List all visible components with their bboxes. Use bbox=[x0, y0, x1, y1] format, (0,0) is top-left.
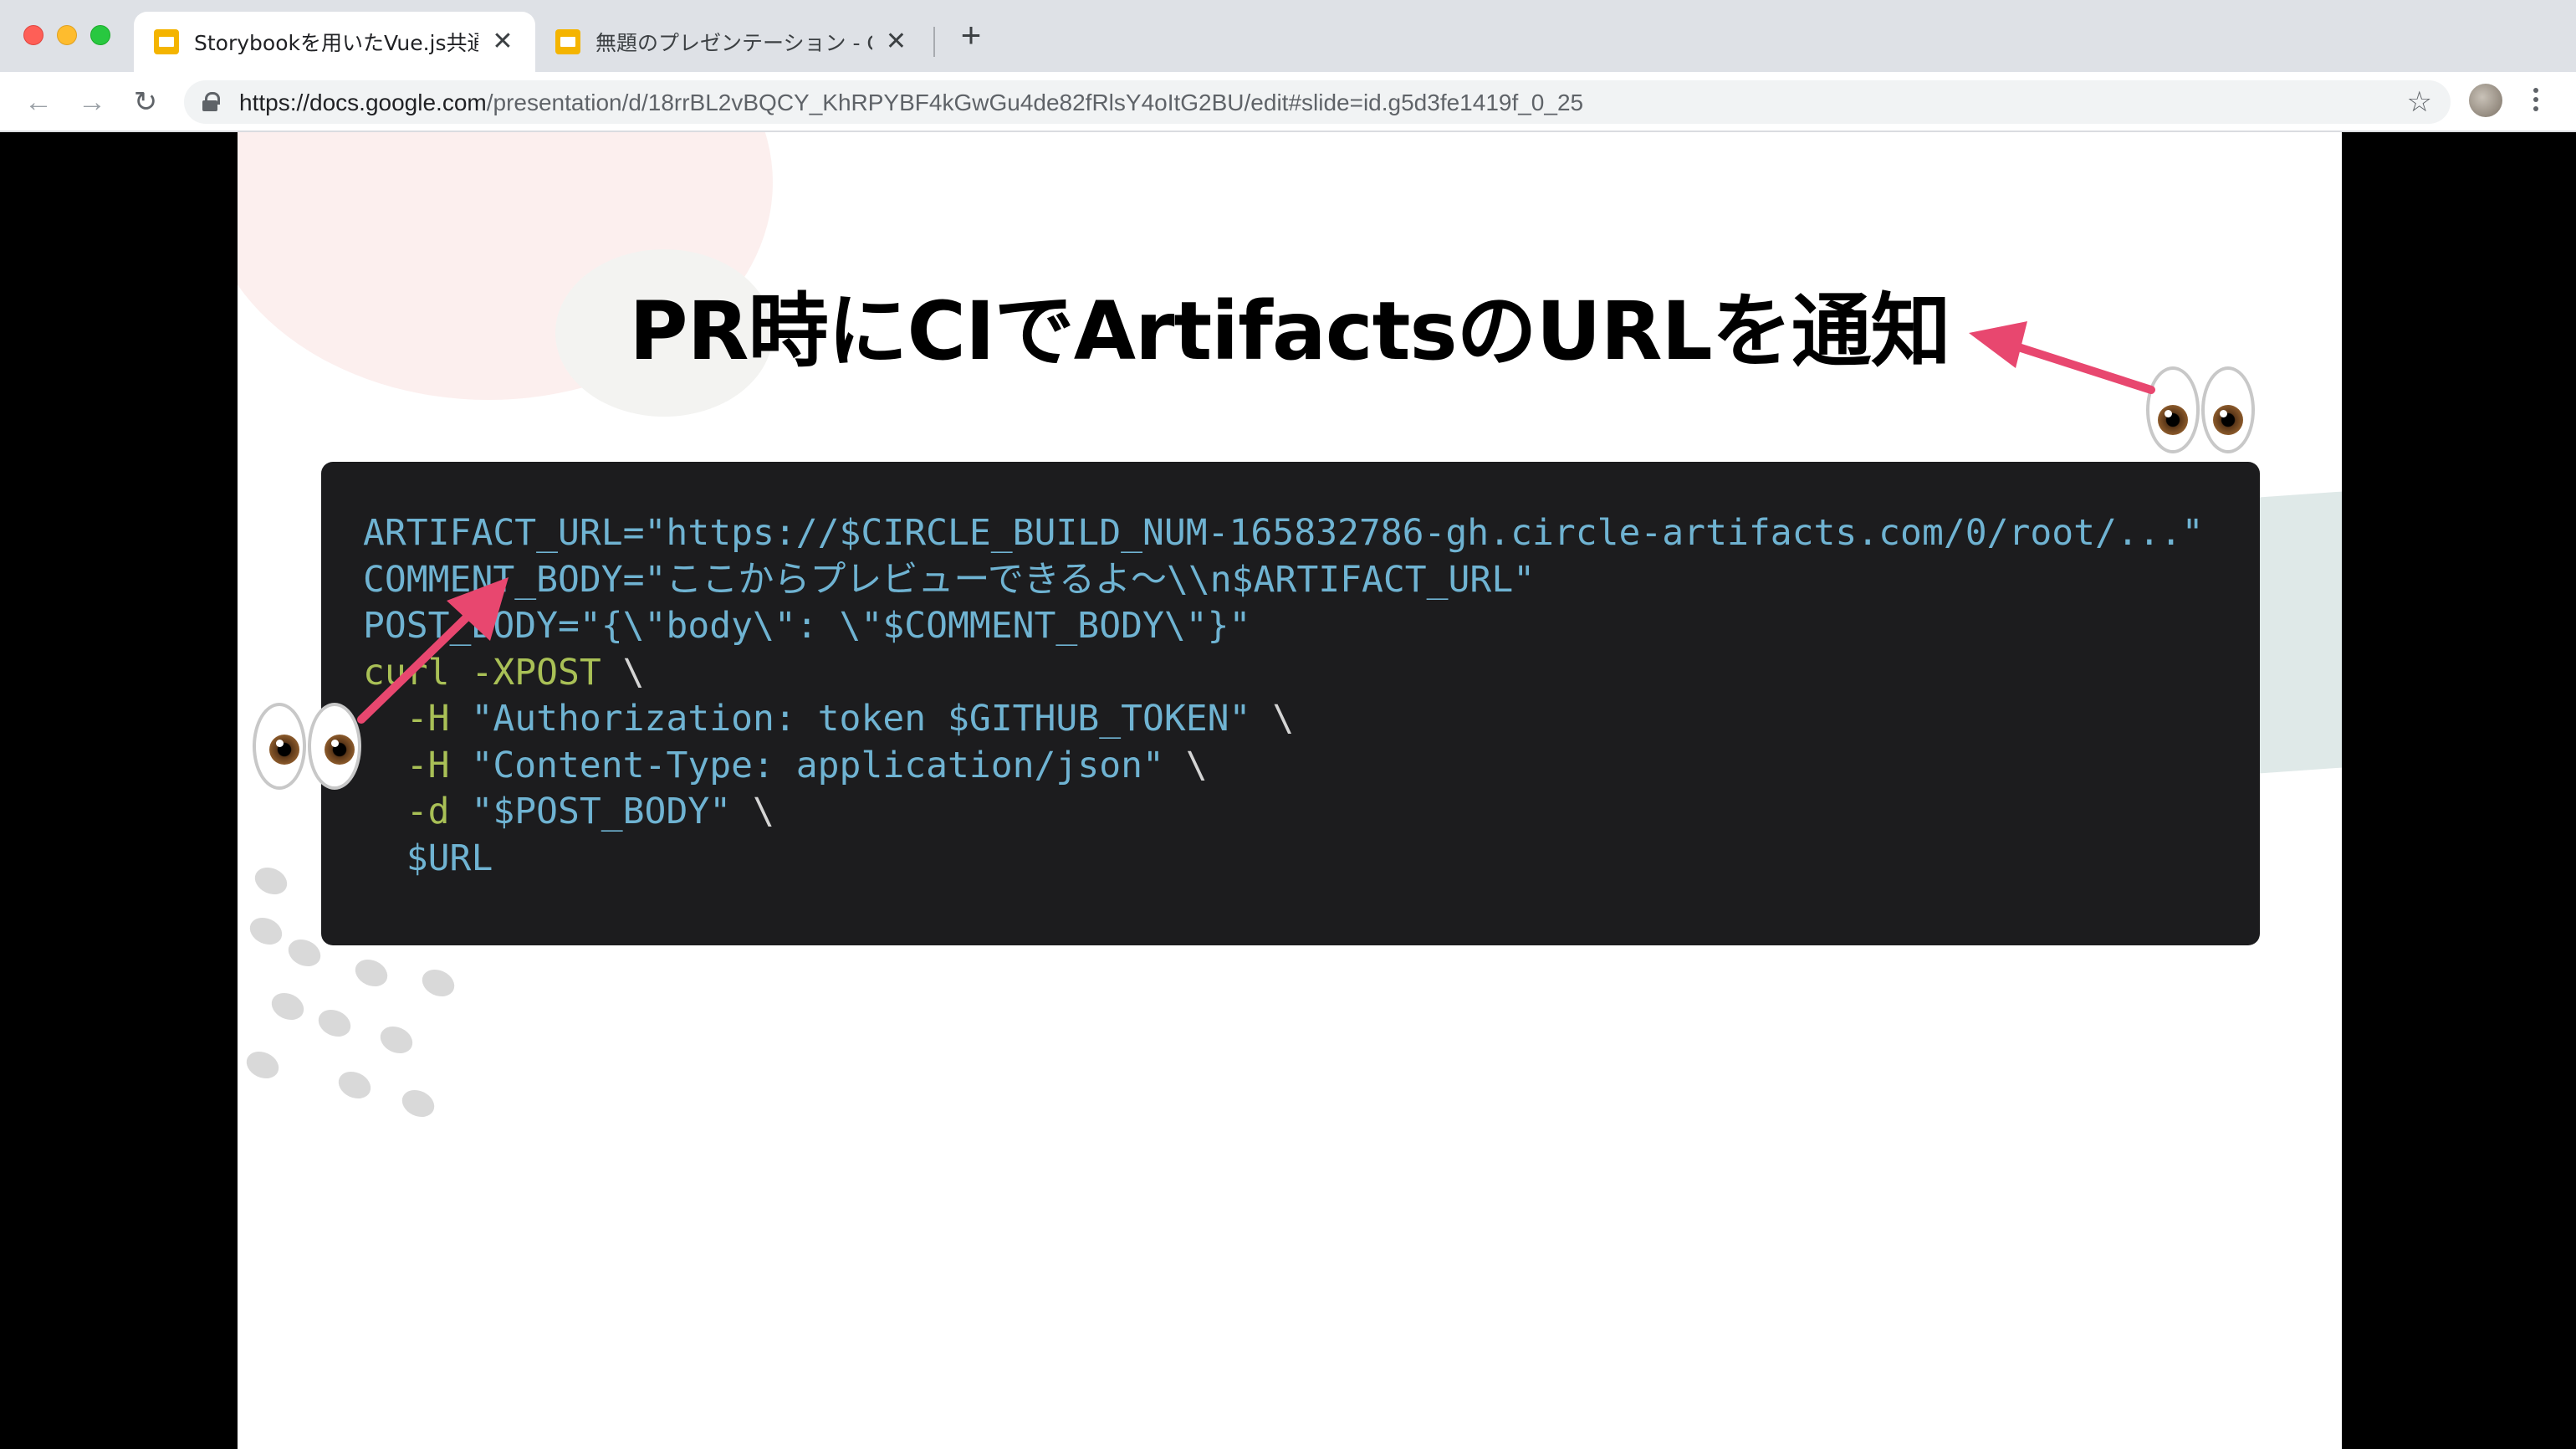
code-token: \ bbox=[731, 791, 774, 832]
lock-icon[interactable] bbox=[202, 92, 220, 111]
slides-favicon-icon bbox=[154, 29, 179, 54]
code-token: ARTIFACT_URL="https://$CIRCLE_BUILD_NUM-… bbox=[363, 512, 2204, 554]
tab-close-icon[interactable]: ✕ bbox=[884, 29, 908, 54]
decorative-dot bbox=[376, 1021, 417, 1059]
decorative-dot bbox=[245, 912, 287, 950]
decorative-dot bbox=[284, 934, 325, 972]
code-token: "Content-Type: application/json" bbox=[471, 744, 1164, 786]
code-token: -H bbox=[363, 744, 472, 786]
tab-strip: Storybookを用いたVue.js共通コ ✕ 無題のプレゼンテーション - … bbox=[0, 0, 2576, 72]
tab-close-icon[interactable]: ✕ bbox=[490, 29, 515, 54]
tab-separator bbox=[933, 27, 935, 57]
browser-toolbar: ← → ↻ https://docs.google.com/presentati… bbox=[0, 72, 2576, 132]
decorative-dot bbox=[334, 1066, 376, 1104]
code-token: COMMENT_BODY="ここからプレビューできるよ〜\\n$ARTIFACT… bbox=[363, 558, 1536, 601]
code-token: "Authorization: token $GITHUB_TOKEN" bbox=[471, 698, 1251, 740]
url-path: /presentation/d/18rrBL2vBQCY_KhRPYBF4kGw… bbox=[486, 90, 1584, 115]
decorative-dot bbox=[417, 964, 459, 1002]
pink-arrow-icon bbox=[357, 577, 509, 724]
code-token: \ bbox=[1250, 698, 1295, 740]
code-lines: ARTIFACT_URL="https://$CIRCLE_BUILD_NUM-… bbox=[363, 510, 2260, 882]
decorative-dot bbox=[350, 954, 392, 992]
code-line: POST_BODY="{\"body\": \"$COMMENT_BODY\"}… bbox=[363, 603, 2260, 650]
kebab-menu-icon[interactable] bbox=[2527, 84, 2544, 120]
window-close-button[interactable] bbox=[23, 25, 43, 45]
tab-title: 無題のプレゼンテーション - Goog bbox=[595, 31, 872, 55]
code-line: curl -XPOST \ bbox=[363, 650, 2260, 697]
decorative-dot bbox=[397, 1084, 439, 1123]
code-line: -H "Content-Type: application/json" \ bbox=[363, 743, 2260, 790]
code-line: $URL bbox=[363, 836, 2260, 883]
code-line: ARTIFACT_URL="https://$CIRCLE_BUILD_NUM-… bbox=[363, 510, 2260, 557]
tab-untitled-presentation[interactable]: 無題のプレゼンテーション - Goog ✕ bbox=[535, 12, 928, 72]
decorative-dot bbox=[250, 862, 292, 900]
code-token: -d bbox=[363, 791, 472, 832]
window-minimize-button[interactable] bbox=[57, 25, 77, 45]
tab-storybook[interactable]: Storybookを用いたVue.js共通コ ✕ bbox=[134, 12, 535, 72]
decorative-dot bbox=[242, 1046, 284, 1084]
code-token: \ bbox=[601, 651, 645, 694]
slides-favicon-icon bbox=[555, 29, 580, 54]
profile-avatar[interactable] bbox=[2469, 84, 2502, 117]
code-token: \ bbox=[1163, 744, 1208, 786]
code-line: -d "$POST_BODY" \ bbox=[363, 789, 2260, 836]
tab-title: Storybookを用いたVue.js共通コ bbox=[194, 31, 478, 55]
code-line: -H "Authorization: token $GITHUB_TOKEN" … bbox=[363, 696, 2260, 743]
url-text[interactable]: https://docs.google.com/presentation/d/1… bbox=[239, 90, 1583, 116]
reload-icon[interactable]: ↻ bbox=[127, 84, 164, 120]
eyes-emoji-icon bbox=[253, 703, 361, 790]
slide: PR時にCIでArtifactsのURLを通知 ARTIFACT_URL="ht… bbox=[238, 132, 2342, 1449]
code-token: "$POST_BODY" bbox=[471, 791, 732, 832]
window-maximize-button[interactable] bbox=[90, 25, 110, 45]
address-bar[interactable]: https://docs.google.com/presentation/d/1… bbox=[184, 80, 2451, 124]
decorative-dot bbox=[267, 987, 309, 1026]
pink-arrow-icon bbox=[1969, 321, 2155, 394]
eyes-emoji-icon bbox=[2146, 366, 2255, 453]
code-block: ARTIFACT_URL="https://$CIRCLE_BUILD_NUM-… bbox=[321, 462, 2260, 945]
forward-arrow-icon[interactable]: → bbox=[74, 84, 110, 120]
code-line: COMMENT_BODY="ここからプレビューできるよ〜\\n$ARTIFACT… bbox=[363, 557, 2260, 604]
bookmark-star-icon[interactable]: ☆ bbox=[2407, 85, 2432, 119]
url-host: https://docs.google.com bbox=[239, 90, 487, 115]
presentation-stage: PR時にCIでArtifactsのURLを通知 ARTIFACT_URL="ht… bbox=[0, 132, 2576, 1449]
decorative-dot bbox=[314, 1004, 355, 1042]
new-tab-button[interactable]: + bbox=[953, 18, 989, 54]
code-token: $URL bbox=[363, 837, 493, 879]
back-arrow-icon[interactable]: ← bbox=[20, 84, 57, 120]
